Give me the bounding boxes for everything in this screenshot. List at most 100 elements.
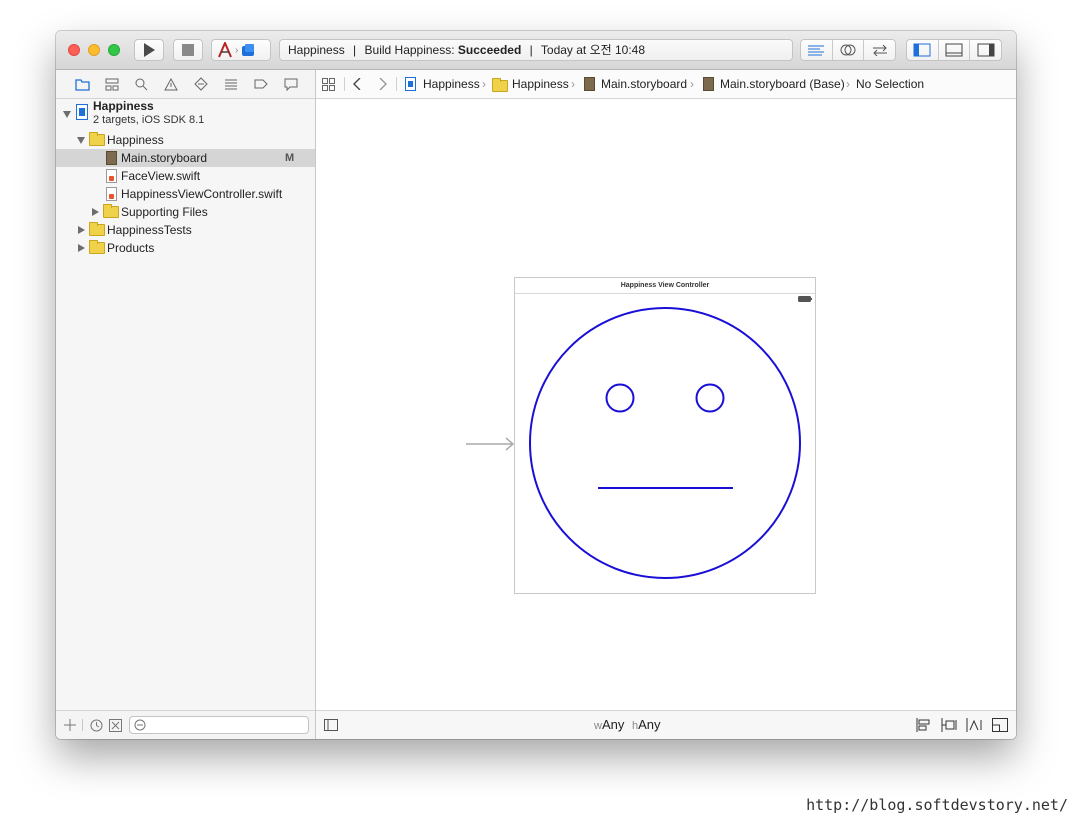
- right-panel-icon: [977, 43, 995, 57]
- align-icon[interactable]: [916, 718, 932, 732]
- close-window-button[interactable]: [68, 44, 80, 56]
- list-item-label: HappinessViewController.swift: [121, 187, 283, 201]
- width-class: Any: [601, 717, 625, 732]
- add-icon[interactable]: [64, 719, 76, 731]
- folder-icon: [89, 222, 105, 236]
- tab-symbol-navigator[interactable]: [104, 76, 120, 92]
- tab-issue-navigator[interactable]: [163, 76, 179, 92]
- disclosure-closed-icon[interactable]: [78, 244, 85, 252]
- tab-find-navigator[interactable]: [133, 76, 149, 92]
- disclosure-open-icon[interactable]: [77, 137, 85, 144]
- back-arrow-icon[interactable]: [353, 78, 361, 90]
- toggle-navigator-button[interactable]: [907, 40, 939, 60]
- zoom-window-button[interactable]: [108, 44, 120, 56]
- swift-file-icon: [106, 187, 117, 201]
- folder-icon: [89, 132, 105, 146]
- xcode-window: › Happiness | Build Happiness: Succeeded…: [56, 31, 1016, 739]
- scheme-selector[interactable]: ›: [211, 39, 271, 61]
- recent-files-clock-icon[interactable]: [90, 719, 103, 732]
- folder-icon: [103, 204, 119, 218]
- disclosure-closed-icon[interactable]: [78, 226, 85, 234]
- list-item-label: HappinessTests: [107, 223, 192, 237]
- filter-icon: [134, 719, 146, 731]
- document-outline-toggle-icon[interactable]: [324, 719, 338, 731]
- resizing-behavior-icon[interactable]: [992, 718, 1008, 732]
- activity-build: Build Happiness:: [364, 43, 455, 57]
- list-item-viewcontroller-swift[interactable]: HappinessViewController.swift: [56, 185, 315, 203]
- face-outline: [529, 307, 801, 579]
- breadcrumb-separator-icon: ›: [690, 77, 694, 91]
- list-item-group-happiness[interactable]: Happiness: [56, 131, 315, 149]
- list-item-label: FaceView.swift: [121, 169, 201, 183]
- play-icon: [144, 43, 155, 57]
- modified-badge: M: [285, 152, 295, 164]
- tab-debug-navigator[interactable]: [223, 76, 239, 92]
- related-items-grid-icon[interactable]: [322, 78, 335, 91]
- minimize-window-button[interactable]: [88, 44, 100, 56]
- source-control-filter-icon[interactable]: [109, 719, 122, 732]
- jumpbar-divider: [344, 77, 345, 91]
- breadcrumb-localization[interactable]: Main.storyboard (Base): [720, 70, 845, 98]
- breadcrumb-separator-icon: ›: [571, 77, 575, 91]
- list-item-products[interactable]: Products: [56, 239, 315, 257]
- breadcrumb-project[interactable]: Happiness: [423, 70, 480, 98]
- list-item-label: Supporting Files: [121, 205, 208, 219]
- toggle-debug-area-button[interactable]: [939, 40, 971, 60]
- speech-bubble-icon: [284, 78, 298, 91]
- disclosure-open-icon[interactable]: [63, 111, 71, 118]
- tab-report-navigator[interactable]: [283, 76, 299, 92]
- debug-lines-icon: [225, 79, 237, 90]
- pin-icon[interactable]: [941, 718, 957, 732]
- assistant-editor-button[interactable]: [833, 40, 865, 60]
- width-prefix: w: [594, 720, 602, 732]
- resolve-auto-layout-icon[interactable]: [966, 718, 982, 732]
- tab-project-navigator[interactable]: [74, 76, 90, 92]
- project-icon: [405, 77, 416, 91]
- version-editor-button[interactable]: [864, 40, 895, 60]
- tab-test-navigator[interactable]: [193, 76, 209, 92]
- editor-mode-control: [800, 39, 896, 61]
- run-button[interactable]: [134, 39, 164, 61]
- chevron-right-icon: ›: [235, 44, 239, 56]
- project-name: Happiness: [93, 99, 154, 113]
- face-view[interactable]: [515, 293, 815, 593]
- left-panel-icon: [913, 43, 931, 57]
- storyboard-canvas[interactable]: Happiness View Controller: [316, 99, 1016, 710]
- interface-builder-editor: Happiness › Happiness › Main.storyboard …: [316, 70, 1016, 739]
- height-class: Any: [638, 717, 661, 732]
- forward-arrow-icon[interactable]: [379, 78, 387, 90]
- hierarchy-icon: [105, 78, 119, 90]
- activity-separator: |: [353, 43, 357, 57]
- folder-icon: [74, 78, 90, 91]
- list-item-faceview-swift[interactable]: FaceView.swift: [56, 167, 315, 185]
- breadcrumb-file[interactable]: Main.storyboard: [601, 70, 687, 98]
- search-icon: [135, 78, 147, 90]
- list-item-supporting-files[interactable]: Supporting Files: [56, 203, 315, 221]
- footer-divider: [82, 719, 83, 731]
- right-eye: [695, 383, 725, 413]
- jump-bar: Happiness › Happiness › Main.storyboard …: [316, 70, 1016, 99]
- scene-title: Happiness View Controller: [515, 278, 815, 294]
- list-item-main-storyboard[interactable]: Main.storyboard M: [56, 149, 315, 167]
- disclosure-closed-icon[interactable]: [92, 208, 99, 216]
- breadcrumb-selection[interactable]: No Selection: [856, 70, 924, 98]
- stop-button[interactable]: [173, 39, 203, 61]
- list-item-happiness-tests[interactable]: HappinessTests: [56, 221, 315, 239]
- tab-breakpoint-navigator[interactable]: [253, 76, 269, 92]
- activity-status: Succeeded: [457, 43, 522, 57]
- toggle-utilities-button[interactable]: [970, 40, 1001, 60]
- standard-editor-button[interactable]: [801, 40, 833, 60]
- navigator-tabs: [56, 70, 315, 99]
- version-editor-icon: [872, 44, 887, 56]
- project-root[interactable]: Happiness 2 targets, iOS SDK 8.1: [56, 99, 315, 129]
- filter-input[interactable]: [129, 716, 309, 734]
- assistant-editor-icon: [840, 44, 856, 56]
- view-controller-scene[interactable]: Happiness View Controller: [514, 277, 816, 594]
- stop-icon: [182, 44, 194, 56]
- breadcrumb-group[interactable]: Happiness: [512, 70, 569, 98]
- size-class-control[interactable]: wAny hAny: [594, 711, 661, 739]
- list-item-label: Happiness: [107, 133, 164, 147]
- list-item-label: Products: [107, 241, 155, 255]
- breakpoint-icon: [254, 79, 268, 89]
- project-icon: [76, 104, 88, 120]
